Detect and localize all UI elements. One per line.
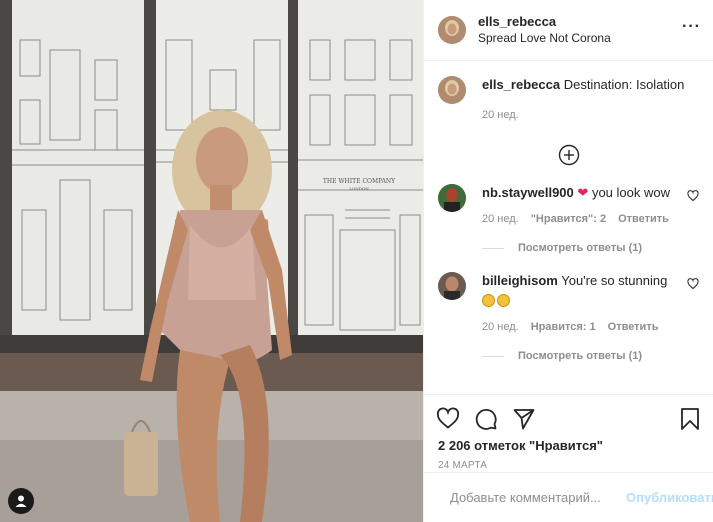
author-username[interactable]: ells_rebecca xyxy=(478,14,611,30)
comment-text: you look wow xyxy=(591,185,670,200)
comment-username[interactable]: nb.staywell900 xyxy=(482,185,574,200)
comment-username[interactable]: billeighisom xyxy=(482,273,558,288)
red-heart-emoji: ❤ xyxy=(577,185,589,200)
bookmark-icon[interactable] xyxy=(679,407,701,431)
post-photo[interactable]: THE WHITE COMPANY LONDON xyxy=(0,0,423,522)
store-sign-sub: LONDON xyxy=(349,186,369,191)
comments-list: ells_rebecca Destination: Isolation 20 н… xyxy=(424,62,713,394)
avatar-image xyxy=(438,272,466,300)
caption-username[interactable]: ells_rebecca xyxy=(482,77,560,92)
comment: nb.staywell900 ❤ you look wow 20 нед. "Н… xyxy=(438,184,699,228)
avatar-image xyxy=(438,16,466,44)
view-replies-label: Посмотреть ответы (1) xyxy=(518,350,643,362)
caption-text: Destination: Isolation xyxy=(563,77,685,92)
post-sidebar: ells_rebecca Spread Love Not Corona ··· … xyxy=(423,0,713,522)
caption-time[interactable]: 20 нед. xyxy=(482,106,519,124)
divider-line xyxy=(482,247,504,249)
post-location[interactable]: Spread Love Not Corona xyxy=(478,30,611,46)
add-comment-bar: Опубликовать xyxy=(424,472,713,522)
post-date[interactable]: 24 МАРТА xyxy=(424,460,713,471)
reply-button[interactable]: Ответить xyxy=(618,210,669,228)
tagged-users-button[interactable] xyxy=(8,488,34,514)
likes-count[interactable]: 2 206 отметок "Нравится" xyxy=(424,438,713,453)
user-icon xyxy=(15,495,27,507)
blushing-face-emoji xyxy=(497,294,510,307)
load-more-comments-button[interactable] xyxy=(438,144,699,166)
author-avatar[interactable] xyxy=(438,16,466,44)
commenter-avatar[interactable] xyxy=(438,184,466,212)
comment-time[interactable]: 20 нед. xyxy=(482,318,519,336)
comment-likes[interactable]: Нравится: 1 xyxy=(531,318,596,336)
blushing-face-emoji xyxy=(482,294,495,307)
like-comment-heart-icon[interactable] xyxy=(687,190,699,202)
photo-illustration: THE WHITE COMPANY LONDON xyxy=(0,0,423,522)
comment: billeighisom You're so stunning 20 нед. … xyxy=(438,272,699,336)
post-header: ells_rebecca Spread Love Not Corona ··· xyxy=(424,0,713,61)
commenter-avatar[interactable] xyxy=(438,272,466,300)
comment-icon[interactable] xyxy=(474,407,498,431)
caption-avatar[interactable] xyxy=(438,76,466,104)
share-icon[interactable] xyxy=(512,407,536,431)
publish-button[interactable]: Опубликовать xyxy=(626,490,713,505)
view-replies-button[interactable]: Посмотреть ответы (1) xyxy=(482,350,699,362)
store-sign: THE WHITE COMPANY xyxy=(323,178,396,185)
plus-circle-icon xyxy=(558,144,579,166)
avatar-image xyxy=(438,76,466,104)
comment-input[interactable] xyxy=(450,490,626,505)
instagram-post: THE WHITE COMPANY LONDON ells_rebecca Sp… xyxy=(0,0,713,522)
comment-likes[interactable]: "Нравится": 2 xyxy=(531,210,606,228)
divider-line xyxy=(482,355,504,357)
caption: ells_rebecca Destination: Isolation 20 н… xyxy=(438,76,699,124)
comment-time[interactable]: 20 нед. xyxy=(482,210,519,228)
more-options-icon[interactable]: ··· xyxy=(682,18,701,36)
view-replies-button[interactable]: Посмотреть ответы (1) xyxy=(482,242,699,254)
view-replies-label: Посмотреть ответы (1) xyxy=(518,242,643,254)
like-comment-heart-icon[interactable] xyxy=(687,278,699,290)
avatar-image xyxy=(438,184,466,212)
comment-text: You're so stunning xyxy=(561,273,668,288)
reply-button[interactable]: Ответить xyxy=(608,318,659,336)
like-heart-icon[interactable] xyxy=(436,407,460,431)
